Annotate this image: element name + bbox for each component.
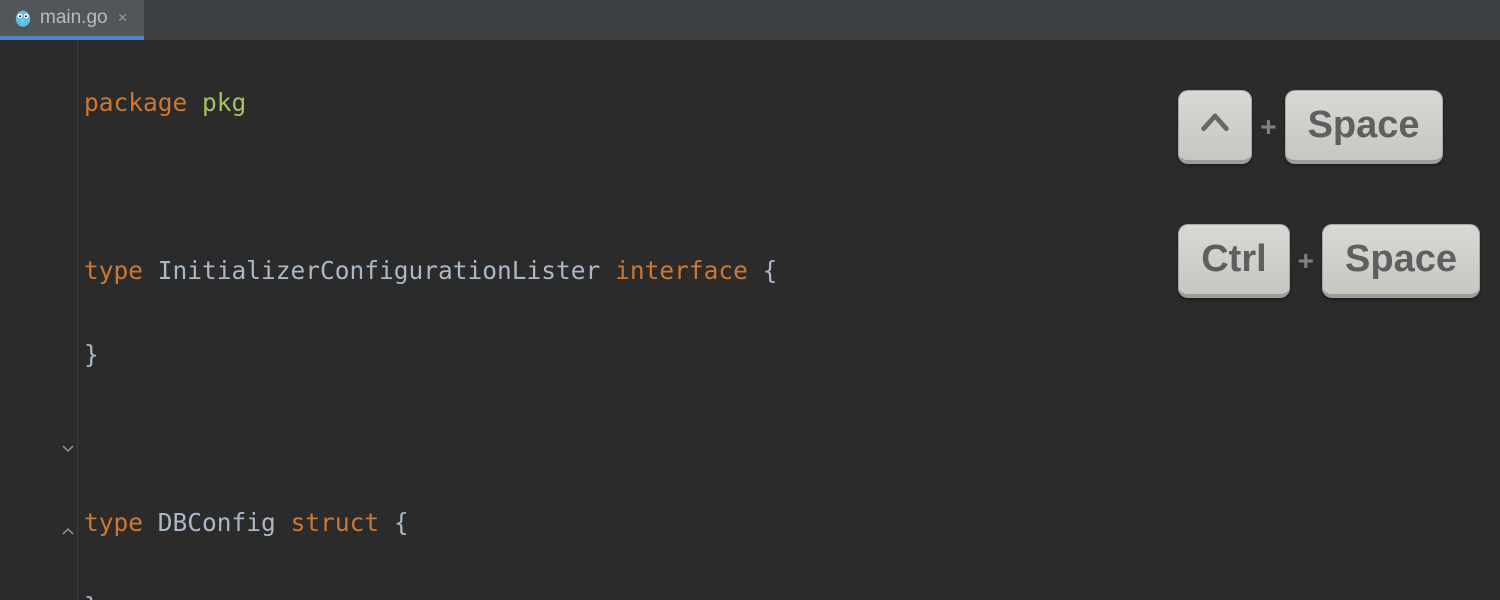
shortcut-ctrl-space-win: Ctrl + Space	[1178, 224, 1480, 298]
keycap-label: Ctrl	[1201, 238, 1266, 281]
control-glyph-icon	[1198, 105, 1232, 147]
code-editor[interactable]: package pkg type InitializerConfiguratio…	[0, 40, 1500, 600]
keyword-struct: struct	[291, 508, 380, 537]
plus-separator: +	[1294, 245, 1318, 277]
brace-open: {	[394, 508, 409, 537]
type-name: InitializerConfigurationLister	[158, 256, 601, 285]
keycap-label: Space	[1345, 238, 1457, 281]
brace-close: }	[84, 340, 99, 369]
file-tab-main-go[interactable]: main.go ×	[0, 0, 144, 40]
keyword-interface: interface	[615, 256, 748, 285]
keycap-control	[1178, 90, 1252, 164]
close-tab-icon[interactable]: ×	[116, 8, 130, 28]
keycap-space: Space	[1322, 224, 1480, 298]
type-name: DBConfig	[158, 508, 276, 537]
brace-open: {	[763, 256, 778, 285]
shortcut-keycap-overlay: + Space Ctrl + Space	[1178, 90, 1480, 298]
fold-open-icon[interactable]	[61, 441, 75, 455]
plus-separator: +	[1256, 111, 1280, 143]
keyword-type: type	[84, 256, 143, 285]
keycap-label: Space	[1308, 104, 1420, 147]
keyword-package: package	[84, 88, 187, 117]
brace-close: }	[84, 592, 99, 600]
keyword-type: type	[84, 508, 143, 537]
keycap-ctrl: Ctrl	[1178, 224, 1289, 298]
keycap-space: Space	[1285, 90, 1443, 164]
file-tab-label: main.go	[40, 7, 108, 29]
package-name: pkg	[202, 88, 246, 117]
go-gopher-icon	[14, 7, 32, 29]
fold-close-icon[interactable]	[61, 525, 75, 539]
tab-bar: main.go ×	[0, 0, 1500, 40]
shortcut-control-space-mac: + Space	[1178, 90, 1480, 164]
editor-gutter	[0, 40, 78, 600]
